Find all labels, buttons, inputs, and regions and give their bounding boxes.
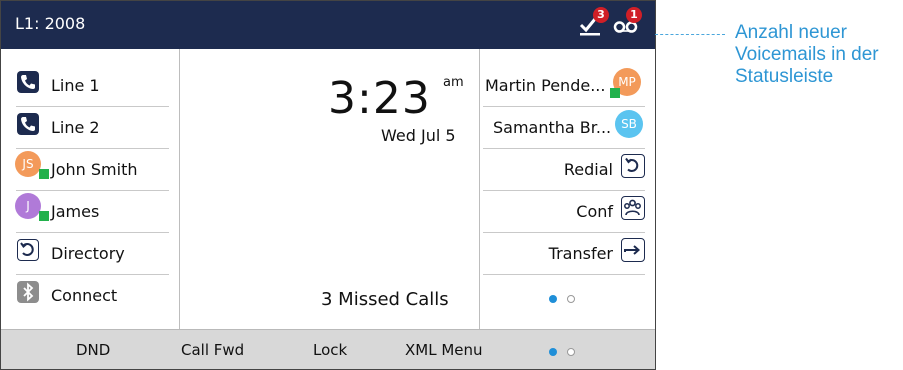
redial-key-label: Redial: [563, 160, 613, 179]
directory-icon: [17, 239, 39, 261]
left-column-divider: [179, 49, 180, 329]
line-key-2[interactable]: Line 2: [13, 107, 169, 149]
softkey-page-indicator-active[interactable]: [549, 348, 557, 356]
missed-calls-check-icon[interactable]: 3: [579, 7, 609, 37]
callout-text: Anzahl neuer Voicemails in der Statuslei…: [735, 22, 879, 87]
softkey-call-fwd[interactable]: Call Fwd: [181, 341, 244, 359]
phone-screen: L1: 2008 3 1 Line 1 Line 2 JS John Smith…: [0, 0, 656, 370]
line-key-2-label: Line 2: [51, 118, 100, 137]
voicemail-badge: 1: [626, 7, 642, 23]
redial-key[interactable]: Redial: [483, 149, 645, 191]
softkey-xml-menu[interactable]: XML Menu: [405, 341, 483, 359]
speed-dial-martin-pende-label: Martin Pende...: [485, 76, 606, 95]
right-page-indicator-active[interactable]: [549, 295, 557, 303]
speed-dial-james-label: James: [51, 202, 100, 221]
conference-key[interactable]: Conf: [483, 191, 645, 233]
line-label: L1: 2008: [15, 14, 86, 33]
speed-dial-samantha-br-label: Samantha Br...: [493, 118, 612, 137]
conference-icon: [621, 196, 645, 220]
redial-icon: [621, 154, 645, 178]
bluetooth-icon: [17, 281, 39, 303]
avatar-james: J: [15, 193, 41, 219]
directory-key-label: Directory: [51, 244, 125, 263]
transfer-key-label: Transfer: [548, 244, 613, 263]
softkey-lock[interactable]: Lock: [313, 341, 347, 359]
line-key-1[interactable]: Line 1: [13, 65, 169, 107]
transfer-key[interactable]: Transfer: [483, 233, 645, 275]
status-bar: L1: 2008 3 1: [1, 1, 655, 49]
right-page-indicator-inactive[interactable]: [567, 295, 575, 303]
voicemail-icon[interactable]: 1: [613, 7, 642, 37]
softkey-page-indicator-inactive[interactable]: [567, 348, 575, 356]
clock-date: Wed Jul 5: [381, 126, 456, 145]
divider: [483, 274, 645, 275]
speed-dial-samantha-br[interactable]: Samantha Br... SB: [483, 107, 645, 149]
speed-dial-john-smith-label: John Smith: [51, 160, 138, 179]
phone-icon: [17, 71, 39, 93]
missed-calls-indicator[interactable]: 3 Missed Calls: [321, 289, 449, 310]
clock-time: 3:23: [328, 73, 431, 124]
speed-dial-john-smith[interactable]: JS John Smith: [13, 149, 169, 191]
connect-key-label: Connect: [51, 286, 118, 305]
line-key-1-label: Line 1: [51, 76, 100, 95]
avatar-samantha-br: SB: [615, 110, 643, 138]
conference-key-label: Conf: [576, 202, 613, 221]
presence-available-icon: [39, 169, 49, 179]
directory-key[interactable]: Directory: [13, 233, 169, 275]
clock-ampm: am: [443, 75, 464, 90]
softkey-bar: DND Call Fwd Lock XML Menu: [1, 329, 655, 369]
missed-calls-badge: 3: [593, 7, 609, 23]
callout-leader-line: [655, 34, 725, 35]
speed-dial-james[interactable]: J James: [13, 191, 169, 233]
softkey-dnd[interactable]: DND: [76, 341, 110, 359]
right-column-divider: [479, 49, 480, 329]
connect-key[interactable]: Connect: [13, 275, 169, 317]
presence-available-icon: [610, 88, 620, 98]
phone-icon: [17, 113, 39, 135]
avatar-john-smith: JS: [15, 151, 41, 177]
speed-dial-martin-pende[interactable]: Martin Pende... MP: [483, 65, 645, 107]
transfer-icon: [621, 238, 645, 262]
presence-available-icon: [39, 211, 49, 221]
